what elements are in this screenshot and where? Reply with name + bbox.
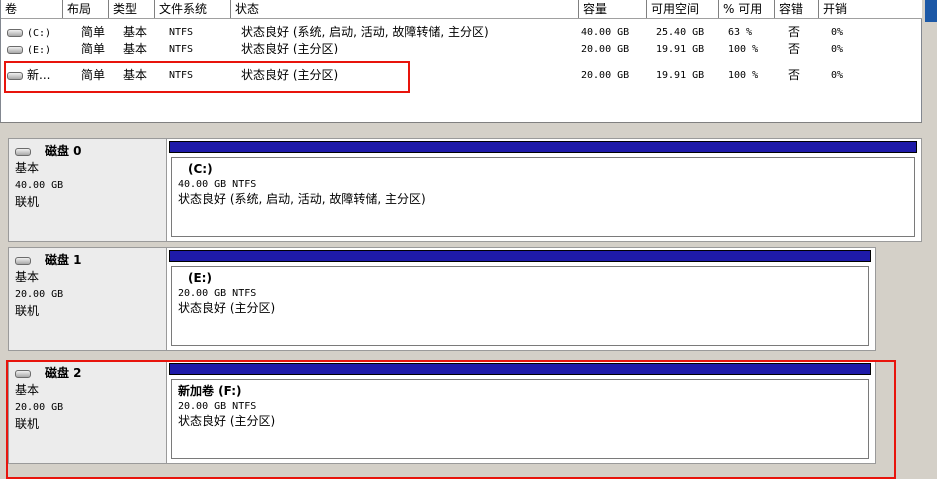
layout-cell: 简单	[81, 25, 106, 39]
capacity-cell: 20.00 GB	[581, 70, 630, 81]
hard-drive-icon	[7, 45, 23, 54]
partition-status: 状态良好 (系统, 启动, 活动, 故障转储, 主分区)	[178, 192, 426, 206]
disk-size: 20.00 GB	[15, 289, 64, 300]
disk-type: 基本	[15, 161, 40, 175]
column-header-type[interactable]: 类型	[109, 0, 155, 18]
filesystem-cell: NTFS	[169, 27, 194, 38]
filesystem-cell: NTFS	[169, 44, 194, 54]
partition-label: (C:)	[188, 162, 213, 176]
window-edge	[922, 0, 937, 479]
capacity-cell: 40.00 GB	[581, 27, 630, 38]
overhead-cell: 0%	[831, 27, 844, 38]
partition-body[interactable]: (C:) 40.00 GB NTFS 状态良好 (系统, 启动, 活动, 故障转…	[171, 157, 915, 237]
hard-drive-icon	[7, 71, 23, 80]
volume-name: (E:)	[27, 45, 52, 54]
partition-status: 状态良好 (主分区)	[178, 414, 276, 428]
free-space-cell: 25.40 GB	[656, 27, 705, 38]
volume-row[interactable]: (E:) 简单 基本 NTFS 状态良好 (主分区) 20.00 GB 19.9…	[1, 41, 923, 54]
partition-detail: 40.00 GB NTFS	[178, 179, 257, 190]
column-header-capacity[interactable]: 容量	[579, 0, 647, 18]
column-header-overhead[interactable]: 开销	[819, 0, 923, 18]
volume-row[interactable]: (C:) 简单 基本 NTFS 状态良好 (系统, 启动, 活动, 故障转储, …	[1, 24, 923, 41]
disk-title: 磁盘 0	[15, 143, 166, 160]
disk-type: 基本	[15, 270, 40, 284]
partition-cap	[169, 141, 917, 153]
edge-accent	[925, 0, 937, 22]
disk-0-row[interactable]: 磁盘 0 基本 40.00 GB 联机 (C:) 40.00 GB NTFS 状…	[8, 138, 922, 242]
disk-map-pane[interactable]: 磁盘 0 基本 40.00 GB 联机 (C:) 40.00 GB NTFS 状…	[0, 130, 922, 479]
hard-drive-icon	[15, 256, 31, 265]
disk-type: 基本	[15, 383, 40, 397]
percent-free-cell: 100 %	[728, 70, 759, 81]
partition-cap	[169, 250, 871, 262]
column-header-filesystem[interactable]: 文件系统	[155, 0, 231, 18]
percent-free-cell: 63 %	[728, 27, 753, 38]
hard-drive-icon	[7, 28, 23, 37]
partition-e[interactable]: (E:) 20.00 GB NTFS 状态良好 (主分区)	[169, 250, 871, 348]
disk-1-row[interactable]: 磁盘 1 基本 20.00 GB 联机 (E:) 20.00 GB NTFS 状…	[8, 247, 876, 351]
free-space-cell: 19.91 GB	[656, 44, 705, 54]
fault-tolerance-cell: 否	[788, 25, 801, 39]
disk-2-row[interactable]: 磁盘 2 基本 20.00 GB 联机 新加卷 (F:) 20.00 GB NT…	[8, 360, 876, 464]
disk-size: 40.00 GB	[15, 180, 64, 191]
layout-cell: 简单	[81, 68, 106, 82]
layout-cell: 简单	[81, 42, 106, 54]
type-cell: 基本	[123, 25, 148, 39]
disk-state: 联机	[15, 304, 40, 318]
volume-row[interactable]: 新... 简单 基本 NTFS 状态良好 (主分区) 20.00 GB 19.9…	[1, 67, 923, 84]
disk-0-info[interactable]: 磁盘 0 基本 40.00 GB 联机	[9, 139, 167, 241]
partition-detail: 20.00 GB NTFS	[178, 401, 257, 412]
volume-list[interactable]: 卷 布局 类型 文件系统 状态 容量 可用空间 % 可用 容错 开销 (C:) …	[0, 0, 923, 128]
column-header-status[interactable]: 状态	[231, 0, 579, 18]
volume-name: (C:)	[27, 28, 52, 39]
status-cell: 状态良好 (主分区)	[241, 68, 339, 82]
partition-label: (E:)	[188, 271, 212, 285]
disk-size: 20.00 GB	[15, 402, 64, 413]
column-header-fault-tolerance[interactable]: 容错	[775, 0, 819, 18]
partition-status: 状态良好 (主分区)	[178, 301, 276, 315]
status-cell: 状态良好 (系统, 启动, 活动, 故障转储, 主分区)	[241, 25, 489, 39]
disk-name: 磁盘 2	[45, 366, 82, 380]
percent-free-cell: 100 %	[728, 44, 759, 54]
partition-body[interactable]: (E:) 20.00 GB NTFS 状态良好 (主分区)	[171, 266, 869, 346]
partition-f[interactable]: 新加卷 (F:) 20.00 GB NTFS 状态良好 (主分区)	[169, 363, 871, 461]
hard-drive-icon	[15, 147, 31, 156]
type-cell: 基本	[123, 42, 148, 54]
hard-drive-icon	[15, 369, 31, 378]
volume-cell: 新...	[7, 67, 50, 84]
fault-tolerance-cell: 否	[788, 68, 801, 82]
overhead-cell: 0%	[831, 70, 844, 81]
partition-detail: 20.00 GB NTFS	[178, 288, 257, 299]
partition-cap	[169, 363, 871, 375]
disk-title: 磁盘 1	[15, 252, 166, 269]
disk-name: 磁盘 0	[45, 144, 82, 158]
fault-tolerance-cell: 否	[788, 42, 801, 54]
disk-name: 磁盘 1	[45, 253, 82, 267]
column-header-volume[interactable]: 卷	[1, 0, 63, 18]
volume-cell: (C:)	[7, 24, 51, 42]
capacity-cell: 20.00 GB	[581, 44, 630, 54]
status-cell: 状态良好 (主分区)	[241, 42, 339, 54]
volume-cell: (E:)	[7, 41, 51, 54]
type-cell: 基本	[123, 68, 148, 82]
disk-2-info[interactable]: 磁盘 2 基本 20.00 GB 联机	[9, 361, 167, 463]
disk-1-info[interactable]: 磁盘 1 基本 20.00 GB 联机	[9, 248, 167, 350]
filesystem-cell: NTFS	[169, 70, 194, 81]
volume-list-header: 卷 布局 类型 文件系统 状态 容量 可用空间 % 可用 容错 开销	[1, 0, 923, 19]
partition-c[interactable]: (C:) 40.00 GB NTFS 状态良好 (系统, 启动, 活动, 故障转…	[169, 141, 917, 239]
disk-state: 联机	[15, 195, 40, 209]
free-space-cell: 19.91 GB	[656, 70, 705, 81]
disk-title: 磁盘 2	[15, 365, 166, 382]
volume-name: 新...	[27, 68, 51, 82]
partition-body[interactable]: 新加卷 (F:) 20.00 GB NTFS 状态良好 (主分区)	[171, 379, 869, 459]
overhead-cell: 0%	[831, 44, 844, 54]
column-header-layout[interactable]: 布局	[63, 0, 109, 18]
column-header-free-space[interactable]: 可用空间	[647, 0, 719, 18]
column-header-percent-free[interactable]: % 可用	[719, 0, 775, 18]
partition-label: 新加卷 (F:)	[178, 384, 242, 398]
disk-state: 联机	[15, 417, 40, 431]
